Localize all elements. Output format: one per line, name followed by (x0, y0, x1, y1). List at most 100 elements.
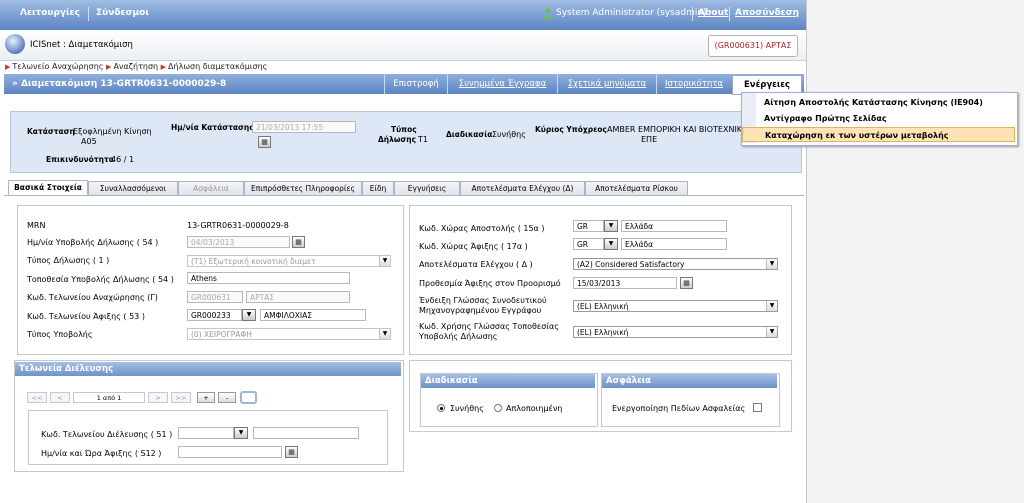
dest-office-code-field[interactable]: GR000233 (187, 309, 242, 321)
list-toggle-icon[interactable] (240, 391, 257, 404)
dispatch-country-name-field[interactable]: Ελλάδα (621, 220, 727, 232)
breadcrumb-item[interactable]: Αναζήτηση (113, 62, 158, 71)
chevron-down-icon[interactable]: ▼ (604, 238, 618, 250)
back-button[interactable]: Επιστροφή (384, 74, 447, 94)
dispatch-country-code-field[interactable]: GR (573, 220, 604, 232)
chevron-down-icon: ▼ (379, 329, 390, 339)
pager-first-button[interactable]: << (27, 392, 47, 403)
security-fields-checkbox[interactable] (753, 403, 762, 412)
chevron-down-icon[interactable]: ▼ (234, 427, 248, 439)
attachments-button[interactable]: Συνημμένα Έγγραφα (447, 74, 557, 94)
transit-offices-header: Τελωνεία Διέλευσης (15, 362, 401, 376)
add-row-button[interactable]: + (197, 392, 215, 403)
chevron-down-icon: ▼ (766, 259, 777, 269)
state-code: A05 (81, 137, 97, 146)
menu-item-request-status[interactable]: Αίτηση Αποστολής Κατάστασης Κίνησης (IE9… (742, 95, 1015, 110)
submit-date-field[interactable]: 04/03/2013 (187, 236, 290, 248)
security-fields-label: Ενεργοποίηση Πεδίων Ασφαλείας (612, 404, 746, 413)
procedure-simplified-label: Απλοποιημένη (506, 404, 563, 413)
deadline-field[interactable]: 15/03/2013 (573, 277, 677, 289)
lang-place-select[interactable]: (EL) Ελληνική ▼ (573, 326, 778, 338)
menu-item-post-amendment[interactable]: Καταχώρηση εκ των υστέρων μεταβολής (742, 127, 1015, 142)
tab-risk-results[interactable]: Αποτελέσματα Ρίσκου (585, 181, 688, 195)
principal-value: AMBER ΕΜΠΟΡΙΚΗ ΚΑΙ ΒΙΟΤΕΧΝΙΚΗ (607, 125, 742, 134)
menu-links[interactable]: Σύνδεσμοι (96, 8, 149, 18)
principal-label: Κύριος Υπόχρεος (535, 125, 607, 134)
procedure-simplified-radio[interactable] (494, 404, 502, 412)
history-button[interactable]: Ιστορικότητα (656, 74, 731, 94)
decl-type-value: T1 (418, 135, 428, 144)
transit-office-label: Κωδ. Τελωνείου Διέλευσης ( 51 ) (41, 430, 173, 439)
calendar-icon[interactable]: ▦ (680, 277, 693, 289)
transit-office-code-field[interactable] (178, 427, 234, 439)
logout-link[interactable]: Αποσύνδεση (735, 8, 799, 18)
risk-value: 46 / 1 (111, 155, 135, 164)
place-field[interactable]: Athens (187, 272, 350, 284)
decl-type-label-2: Δήλωσης (378, 135, 417, 144)
dispatch-country-label: Κωδ. Χώρας Αποστολής ( 15α ) (419, 224, 545, 233)
lang-place-selected: (EL) Ελληνική (577, 328, 629, 337)
app-window: Λειτουργίες Σύνδεσμοι System Administrat… (0, 0, 807, 503)
remove-row-button[interactable]: - (218, 392, 236, 403)
pager-last-button[interactable]: >> (171, 392, 191, 403)
control-results-select[interactable]: (A2) Considered Satisfactory ▼ (573, 258, 778, 270)
pager-next-button[interactable]: > (148, 392, 168, 403)
tab-security[interactable]: Ασφάλεια (178, 181, 244, 195)
breadcrumb: ▶ Τελωνείο Αναχώρησης ▶ Αναζήτηση ▶ Δήλωση … (5, 62, 267, 71)
top-menu-bar: Λειτουργίες Σύνδεσμοι System Administrat… (0, 0, 806, 30)
breadcrumb-arrow-icon: ▶ (5, 63, 11, 71)
dep-office-name-field[interactable]: ΑΡΤΑΣ (246, 291, 350, 303)
breadcrumb-item[interactable]: Δήλωση διαμετακόμισης (168, 62, 267, 71)
about-link[interactable]: About (698, 8, 728, 18)
menu-functions[interactable]: Λειτουργίες (20, 8, 80, 18)
decl-type-select[interactable]: (T1) Εξωτερική κοινοτική διαμετ ▼ (187, 255, 391, 267)
dest-country-name-field[interactable]: Ελλάδα (621, 238, 727, 250)
security-header: Ασφάλεια (602, 374, 777, 388)
tab-items[interactable]: Είδη (362, 181, 394, 195)
breadcrumb-arrow-icon: ▶ (106, 63, 112, 71)
status-date-field[interactable]: 21/03/2013 17:55 (252, 121, 356, 133)
dest-country-label: Κωδ. Χώρας Άφιξης ( 17α ) (419, 242, 528, 251)
lang-doc-selected: (EL) Ελληνική (577, 302, 629, 311)
procedure-normal-radio[interactable] (437, 404, 445, 412)
app-title: ICISnet : Διαμετακόμιση (30, 40, 133, 50)
transit-office-name-field[interactable] (253, 427, 359, 439)
submission-type-select[interactable]: (0) ΧΕΙΡΟΓΡΑΦΗ ▼ (187, 328, 391, 340)
risk-label: Επικινδυνότητα (46, 155, 114, 164)
tab-control-results[interactable]: Αποτελέσματα Ελέγχου (Δ) (460, 181, 585, 195)
dest-country-code-field[interactable]: GR (573, 238, 604, 250)
tab-basic[interactable]: Βασικά Στοιχεία (8, 180, 88, 196)
tab-guarantees[interactable]: Εγγυήσεις (394, 181, 460, 195)
tab-parties[interactable]: Συναλλασσόμενοι (88, 181, 178, 195)
actions-dropdown-menu: Αίτηση Αποστολής Κατάστασης Κίνησης (IE9… (741, 92, 1018, 146)
menu-item-first-page-copy[interactable]: Αντίγραφο Πρώτης Σελίδας (742, 111, 1015, 126)
current-user: System Administrator (sysadmin) (556, 8, 707, 18)
lang-doc-select[interactable]: (EL) Ελληνική ▼ (573, 300, 778, 312)
status-date-label: Ημ/νία Κατάστασης (171, 123, 254, 132)
decl-type-label-1: Τύπος (391, 125, 417, 134)
chevron-down-icon: ▼ (766, 301, 777, 311)
decl-type-selected: (T1) Εξωτερική κοινοτική διαμετ (191, 257, 316, 266)
calendar-icon[interactable]: ▦ (285, 446, 298, 458)
breadcrumb-item[interactable]: Τελωνείο Αναχώρησης (12, 62, 103, 71)
decl-type-label: Τύπος Δήλωσης ( 1 ) (27, 256, 110, 265)
state-value: Εξοφλημένη Κίνηση (73, 127, 152, 136)
chevron-down-icon[interactable]: ▼ (604, 220, 618, 232)
dest-office-name-field[interactable]: ΑΜΦΙΛΟΧΙΑΣ (260, 309, 366, 321)
arrival-date-field[interactable] (178, 446, 282, 458)
globe-logo-icon (5, 34, 25, 54)
calendar-icon[interactable]: ▦ (292, 236, 305, 248)
office-context-badge: (GR000631) ΑΡΤΑΣ (708, 35, 798, 57)
messages-button[interactable]: Σχετικά μηνύματα (557, 74, 656, 94)
pager-prev-button[interactable]: < (50, 392, 70, 403)
calendar-icon[interactable]: ▦ (258, 136, 271, 148)
breadcrumb-arrow-icon: ▶ (160, 63, 167, 71)
dep-office-label: Κωδ. Τελωνείου Αναχώρησης (Γ) (27, 293, 158, 302)
tab-additional-info[interactable]: Επιπρόσθετες Πληροφορίες (244, 181, 362, 195)
dep-office-code-field[interactable]: GR000631 (187, 291, 243, 303)
procedure-header: Διαδικασία (421, 374, 595, 388)
control-results-selected: (A2) Considered Satisfactory (577, 260, 685, 269)
chevron-down-icon[interactable]: ▼ (242, 309, 256, 321)
menu-separator (729, 7, 730, 21)
menu-separator (692, 7, 693, 21)
